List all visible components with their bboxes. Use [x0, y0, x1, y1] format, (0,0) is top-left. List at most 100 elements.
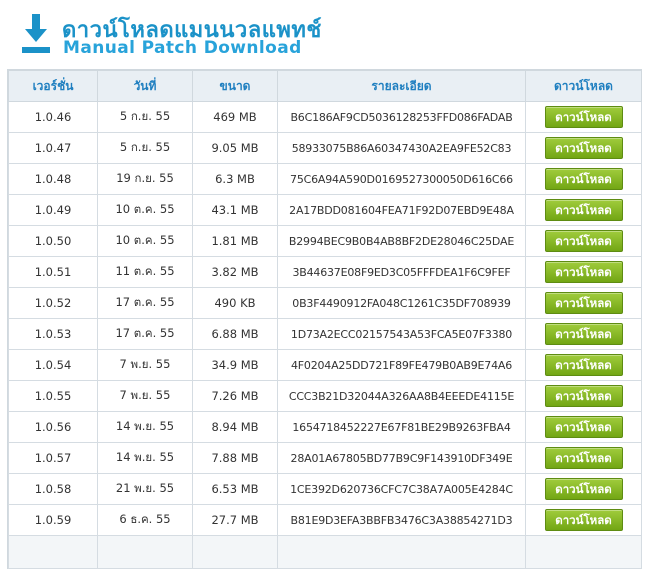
download-cell: ดาวน์โหลด: [525, 163, 642, 195]
table-body: 1.0.46 5 ก.ย. 55 469 MB B6C186AF9CD50361282…: [8, 101, 642, 569]
empty-cell: [192, 535, 278, 569]
download-cell: ดาวน์โหลด: [525, 318, 642, 350]
table-empty-row: [8, 535, 642, 569]
table-header-row: เวอร์ชั่น วันที่ ขนาด รายละเอียด ดาวน์โห…: [8, 70, 642, 102]
table-row: 1.0.53 17 ต.ค. 55 6.88 MB 1D73A2ECC02157543…: [8, 318, 642, 350]
version-cell: 1.0.51: [8, 256, 98, 288]
column-header-details: รายละเอียด: [277, 70, 526, 102]
column-header-size: ขนาด: [192, 70, 278, 102]
column-header-download: ดาวน์โหลด: [525, 70, 642, 102]
size-cell: 9.05 MB: [192, 132, 278, 164]
table-row: 1.0.51 11 ต.ค. 55 3.82 MB 3B44637E08F9ED3C0…: [8, 256, 642, 288]
download-button[interactable]: ดาวน์โหลด: [544, 199, 623, 221]
version-cell: 1.0.55: [8, 380, 98, 412]
download-button[interactable]: ดาวน์โหลด: [544, 292, 623, 314]
size-cell: 7.88 MB: [192, 442, 278, 474]
date-cell: 7 พ.ย. 55: [97, 349, 193, 381]
size-cell: 6.88 MB: [192, 318, 278, 350]
download-button[interactable]: ดาวน์โหลด: [544, 137, 623, 159]
hash-cell: 1654718452227E67F81BE29B9263FBA4: [277, 411, 526, 443]
table-row: 1.0.47 5 ก.ย. 55 9.05 MB 58933075B86A603474…: [8, 132, 642, 164]
version-cell: 1.0.50: [8, 225, 98, 257]
empty-cell: [525, 535, 642, 569]
patch-table-container: เวอร์ชั่น วันที่ ขนาด รายละเอียด ดาวน์โห…: [7, 69, 642, 569]
hash-cell: 2A17BDD081604FEA71F92D07EBD9E48A: [277, 194, 526, 226]
hash-cell: 28A01A67805BD77B9C9F143910DF349E: [277, 442, 526, 474]
download-cell: ดาวน์โหลด: [525, 473, 642, 505]
download-cell: ดาวน์โหลด: [525, 504, 642, 536]
download-cell: ดาวน์โหลด: [525, 256, 642, 288]
version-cell: 1.0.49: [8, 194, 98, 226]
column-header-date: วันที่: [97, 70, 193, 102]
size-cell: 469 MB: [192, 101, 278, 133]
date-cell: 7 พ.ย. 55: [97, 380, 193, 412]
size-cell: 490 KB: [192, 287, 278, 319]
version-cell: 1.0.48: [8, 163, 98, 195]
table-row: 1.0.56 14 พ.ย. 55 8.94 MB 1654718452227E67F…: [8, 411, 642, 443]
table-row: 1.0.50 10 ต.ค. 55 1.81 MB B2994BEC9B0B4AB8B…: [8, 225, 642, 257]
date-cell: 14 พ.ย. 55: [97, 411, 193, 443]
version-cell: 1.0.54: [8, 349, 98, 381]
version-cell: 1.0.52: [8, 287, 98, 319]
hash-cell: 58933075B86A60347430A2EA9FE52C83: [277, 132, 526, 164]
table-row: 1.0.46 5 ก.ย. 55 469 MB B6C186AF9CD50361282…: [8, 101, 642, 133]
download-button[interactable]: ดาวน์โหลด: [544, 168, 623, 190]
patch-table: เวอร์ชั่น วันที่ ขนาด รายละเอียด ดาวน์โห…: [8, 70, 642, 569]
download-button[interactable]: ดาวน์โหลด: [544, 354, 623, 376]
empty-cell: [97, 535, 193, 569]
download-cell: ดาวน์โหลด: [525, 225, 642, 257]
download-cell: ดาวน์โหลด: [525, 411, 642, 443]
date-cell: 6 ธ.ค. 55: [97, 504, 193, 536]
hash-cell: B81E9D3EFA3BBFB3476C3A38854271D3: [277, 504, 526, 536]
date-cell: 21 พ.ย. 55: [97, 473, 193, 505]
download-cell: ดาวน์โหลด: [525, 380, 642, 412]
page-title-english: Manual Patch Download: [63, 38, 302, 58]
version-cell: 1.0.58: [8, 473, 98, 505]
size-cell: 8.94 MB: [192, 411, 278, 443]
table-row: 1.0.52 17 ต.ค. 55 490 KB 0B3F4490912FA048C1…: [8, 287, 642, 319]
version-cell: 1.0.46: [8, 101, 98, 133]
hash-cell: B6C186AF9CD5036128253FFD086FADAB: [277, 101, 526, 133]
download-button[interactable]: ดาวน์โหลด: [544, 416, 623, 438]
download-cell: ดาวน์โหลด: [525, 349, 642, 381]
hash-cell: 3B44637E08F9ED3C05FFFDEA1F6C9FEF: [277, 256, 526, 288]
download-cell: ดาวน์โหลด: [525, 132, 642, 164]
size-cell: 6.53 MB: [192, 473, 278, 505]
table-row: 1.0.58 21 พ.ย. 55 6.53 MB 1CE392D620736CFC7…: [8, 473, 642, 505]
version-cell: 1.0.59: [8, 504, 98, 536]
column-header-version: เวอร์ชั่น: [8, 70, 98, 102]
download-button[interactable]: ดาวน์โหลด: [544, 323, 623, 345]
size-cell: 7.26 MB: [192, 380, 278, 412]
date-cell: 10 ต.ค. 55: [97, 194, 193, 226]
download-arrow-icon: [22, 14, 50, 53]
version-cell: 1.0.47: [8, 132, 98, 164]
download-button[interactable]: ดาวน์โหลด: [544, 261, 623, 283]
download-button[interactable]: ดาวน์โหลด: [544, 478, 623, 500]
size-cell: 43.1 MB: [192, 194, 278, 226]
date-cell: 17 ต.ค. 55: [97, 318, 193, 350]
date-cell: 17 ต.ค. 55: [97, 287, 193, 319]
hash-cell: B2994BEC9B0B4AB8BF2DE28046C25DAE: [277, 225, 526, 257]
date-cell: 10 ต.ค. 55: [97, 225, 193, 257]
table-row: 1.0.55 7 พ.ย. 55 7.26 MB CCC3B21D32044A326A…: [8, 380, 642, 412]
download-button[interactable]: ดาวน์โหลด: [544, 447, 623, 469]
download-cell: ดาวน์โหลด: [525, 442, 642, 474]
version-cell: 1.0.57: [8, 442, 98, 474]
hash-cell: 1D73A2ECC02157543A53FCA5E07F3380: [277, 318, 526, 350]
date-cell: 14 พ.ย. 55: [97, 442, 193, 474]
download-button[interactable]: ดาวน์โหลด: [544, 106, 623, 128]
hash-cell: 0B3F4490912FA048C1261C35DF708939: [277, 287, 526, 319]
hash-cell: 75C6A94A590D0169527300050D616C66: [277, 163, 526, 195]
download-cell: ดาวน์โหลด: [525, 194, 642, 226]
hash-cell: 4F0204A25DD721F89FE479B0AB9E74A6: [277, 349, 526, 381]
download-button[interactable]: ดาวน์โหลด: [544, 230, 623, 252]
download-cell: ดาวน์โหลด: [525, 101, 642, 133]
download-button[interactable]: ดาวน์โหลด: [544, 385, 623, 407]
empty-cell: [8, 535, 98, 569]
date-cell: 5 ก.ย. 55: [97, 132, 193, 164]
download-button[interactable]: ดาวน์โหลด: [544, 509, 623, 531]
table-row: 1.0.57 14 พ.ย. 55 7.88 MB 28A01A67805BD77B9…: [8, 442, 642, 474]
table-row: 1.0.48 19 ก.ย. 55 6.3 MB 75C6A94A590D016952…: [8, 163, 642, 195]
size-cell: 6.3 MB: [192, 163, 278, 195]
table-row: 1.0.59 6 ธ.ค. 55 27.7 MB B81E9D3EFA3BBFB347…: [8, 504, 642, 536]
